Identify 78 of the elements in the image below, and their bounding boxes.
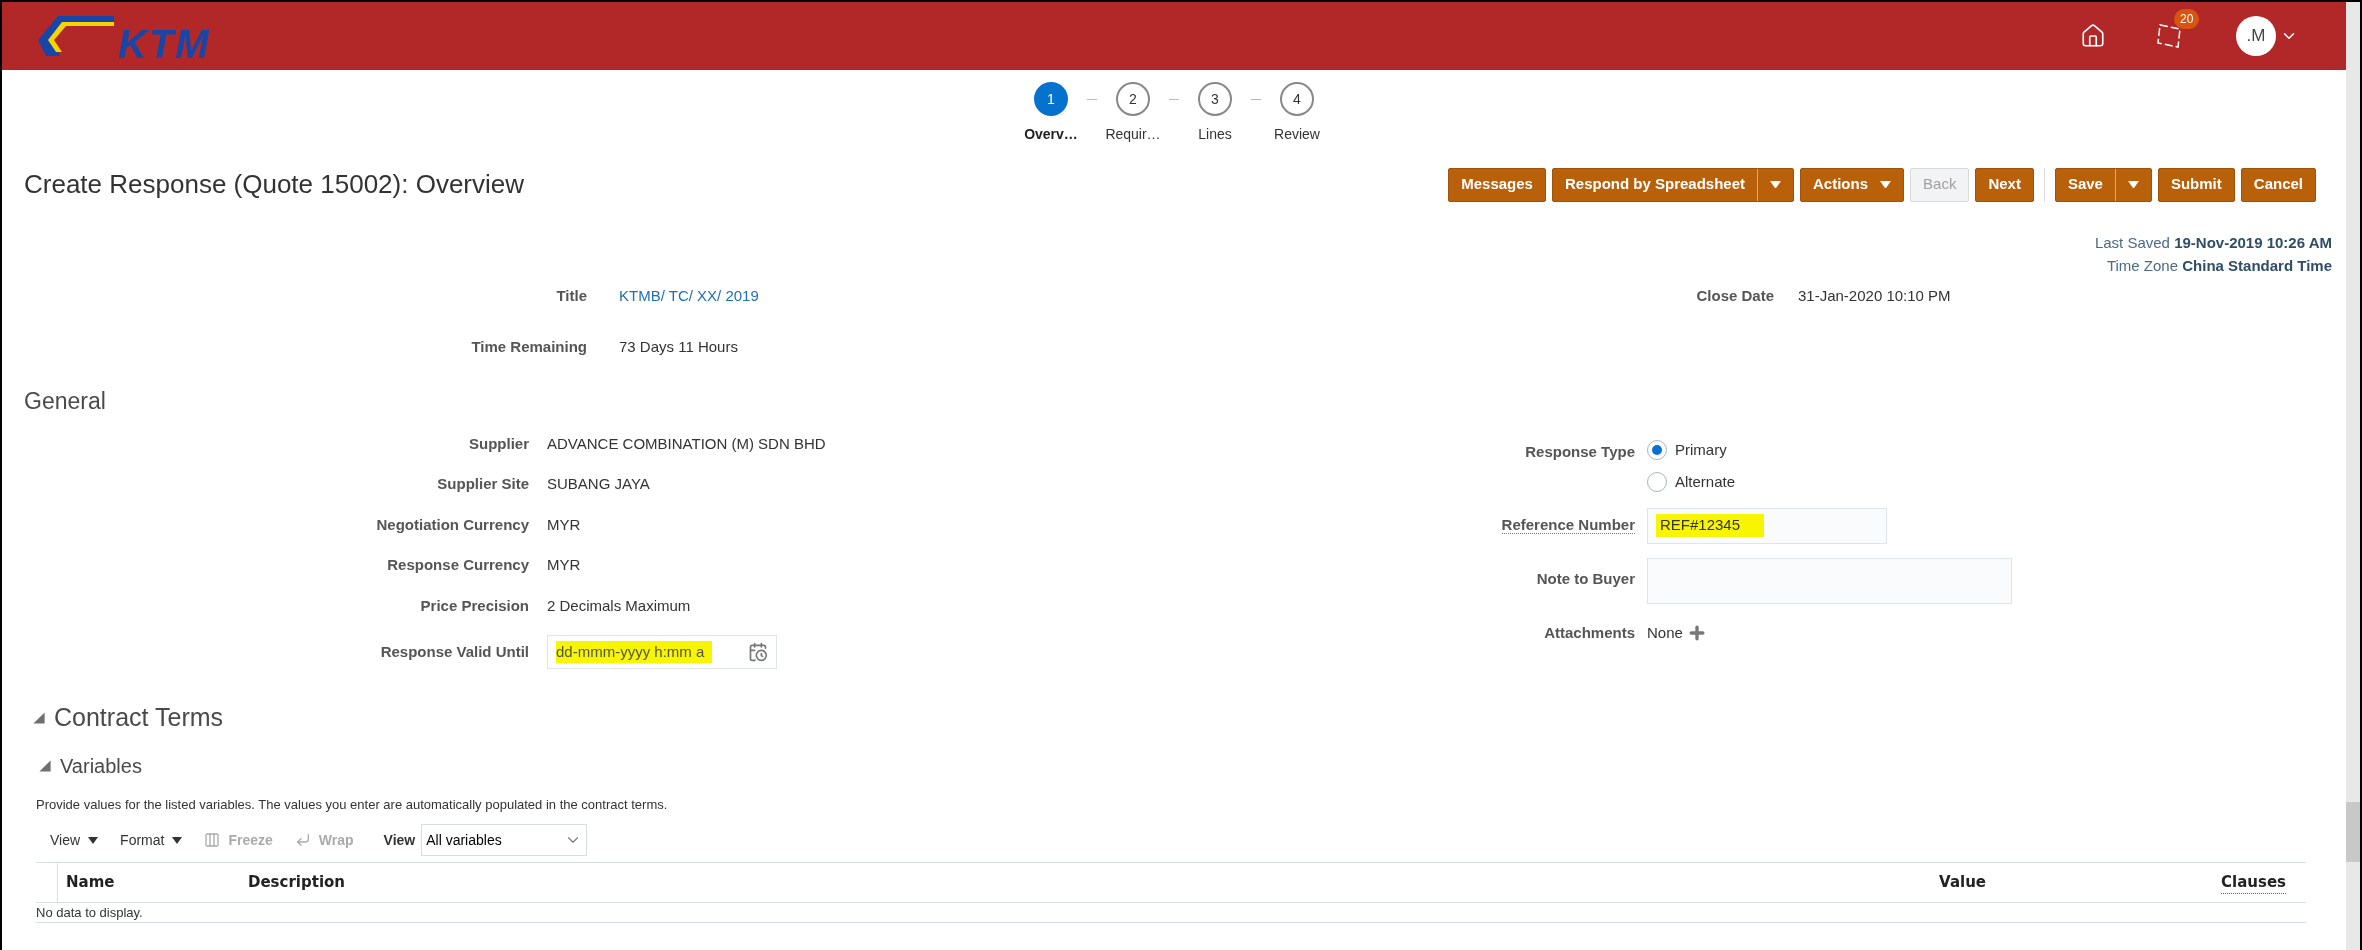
- instruction-text: Provide values for the listed variables. The values you enter are automatically populated in the contract terms.: [36, 795, 669, 814]
- field-label: Response Valid Until: [379, 641, 529, 662]
- page-title: Create Response (Quote 15002): Overview: [24, 168, 525, 201]
- field-label: Negotiation Currency: [375, 514, 529, 535]
- view-select[interactable]: All variables: [421, 824, 588, 856]
- menu-button[interactable]: Actions: [1800, 167, 1905, 202]
- date-time-field[interactable]: dd-mmm-yyyy h:mm a: [547, 635, 777, 669]
- column-header[interactable]: Name: [58, 871, 248, 894]
- radio-button[interactable]: [1647, 439, 1667, 460]
- toolbar-button[interactable]: View: [50, 829, 99, 851]
- user-avatar[interactable]: .M: [2236, 16, 2276, 56]
- return-arrow-icon: [294, 832, 311, 848]
- field-label: Time Remaining: [470, 336, 587, 357]
- subsection-title[interactable]: Variables: [60, 750, 142, 781]
- notification-count: 20: [2174, 9, 2200, 29]
- placeholder-text: dd-mmm-yyyy h:mm a: [556, 640, 713, 664]
- toolbar-button[interactable]: Submit: [2157, 167, 2235, 202]
- field-label: Title: [555, 286, 587, 306]
- dropdown-caret-icon: [172, 836, 183, 844]
- title-link[interactable]: KTMB/ TC/ XX/ 2019: [619, 285, 1502, 308]
- train-stop-label[interactable]: Requir…: [1105, 124, 1161, 145]
- field-label: Attachments: [1543, 622, 1635, 643]
- field-label: Note to Buyer: [1535, 568, 1635, 589]
- logo-text: KTM: [118, 24, 211, 64]
- column-header[interactable]: Description: [248, 871, 346, 894]
- field-label: Price Precision: [419, 595, 529, 616]
- field-value: 2 Decimals Maximum: [547, 595, 691, 616]
- radio-option[interactable]: Primary: [1647, 438, 2012, 461]
- section-title: General: [23, 387, 107, 416]
- train-stop-label[interactable]: Review: [1274, 124, 1320, 145]
- field-label: Supplier: [468, 433, 529, 454]
- home-icon[interactable]: [2080, 23, 2106, 49]
- button-label[interactable]: Respond by Spreadsheet: [1552, 173, 1757, 196]
- empty-table-message: No data to display.: [36, 903, 143, 922]
- train-stop-label[interactable]: Lines: [1198, 124, 1232, 145]
- toolbar-button[interactable]: Format: [120, 829, 183, 851]
- column-header[interactable]: Value: [1939, 871, 1986, 894]
- reference-number-field[interactable]: REF#12345: [1647, 507, 1887, 544]
- train-stop-label[interactable]: Overv…: [1024, 124, 1078, 145]
- dropdown-caret-icon: [88, 836, 99, 844]
- train-stop[interactable]: 4: [1280, 82, 1314, 116]
- note-to-buyer-field[interactable]: [1647, 557, 2012, 604]
- radio-button[interactable]: [1647, 472, 1667, 493]
- dropdown-caret-icon: [2127, 180, 2139, 189]
- field-value: None: [1647, 622, 1683, 643]
- split-button[interactable]: Respond by Spreadsheet: [1551, 167, 1794, 202]
- collapse-triangle-icon[interactable]: [38, 758, 52, 773]
- dropdown-caret-icon: [1770, 180, 1781, 189]
- toolbar-button[interactable]: Next: [1975, 167, 2034, 202]
- button-label[interactable]: Save: [2055, 173, 2115, 196]
- section-title[interactable]: Contract Terms: [54, 699, 224, 737]
- field-value: MYR: [547, 555, 581, 575]
- time-zone-text: Time Zone China Standard Time: [2106, 255, 2332, 276]
- toolbar-button[interactable]: Messages: [1448, 167, 1546, 202]
- field-label: Close Date: [1695, 286, 1774, 306]
- field-value: SUBANG JAYA: [547, 474, 650, 494]
- column-header[interactable]: Clauses: [2221, 870, 2286, 895]
- field-label: Response Type: [1524, 441, 1635, 462]
- train-stop[interactable]: 2: [1116, 82, 1150, 116]
- field-label: Supplier Site: [436, 474, 529, 494]
- scrollbar[interactable]: [2346, 2, 2362, 950]
- train-stop[interactable]: 1: [1034, 82, 1068, 116]
- calendar-icon[interactable]: [748, 642, 768, 662]
- dropdown-caret-icon: [1880, 180, 1892, 189]
- field-value: 31-Jan-2020 10:10 PM: [1798, 286, 1951, 306]
- field-value: 73 Days 11 Hours: [619, 336, 739, 357]
- columns-icon: [204, 832, 221, 848]
- collapse-triangle-icon[interactable]: [32, 710, 46, 725]
- last-saved-text: Last Saved 19-Nov-2019 10:26 AM: [2094, 233, 2332, 253]
- split-button[interactable]: Save: [2054, 167, 2152, 202]
- field-label: Response Currency: [386, 555, 529, 575]
- field-label: Reference Number: [1500, 515, 1635, 537]
- filter-label: View: [383, 830, 416, 850]
- field-value: MYR: [547, 514, 581, 535]
- field-value: ADVANCE COMBINATION (M) SDN BHD: [547, 433, 826, 454]
- radio-option[interactable]: Alternate: [1647, 471, 2012, 494]
- train-stop[interactable]: 3: [1198, 82, 1232, 116]
- toolbar-button[interactable]: Cancel: [2240, 167, 2316, 202]
